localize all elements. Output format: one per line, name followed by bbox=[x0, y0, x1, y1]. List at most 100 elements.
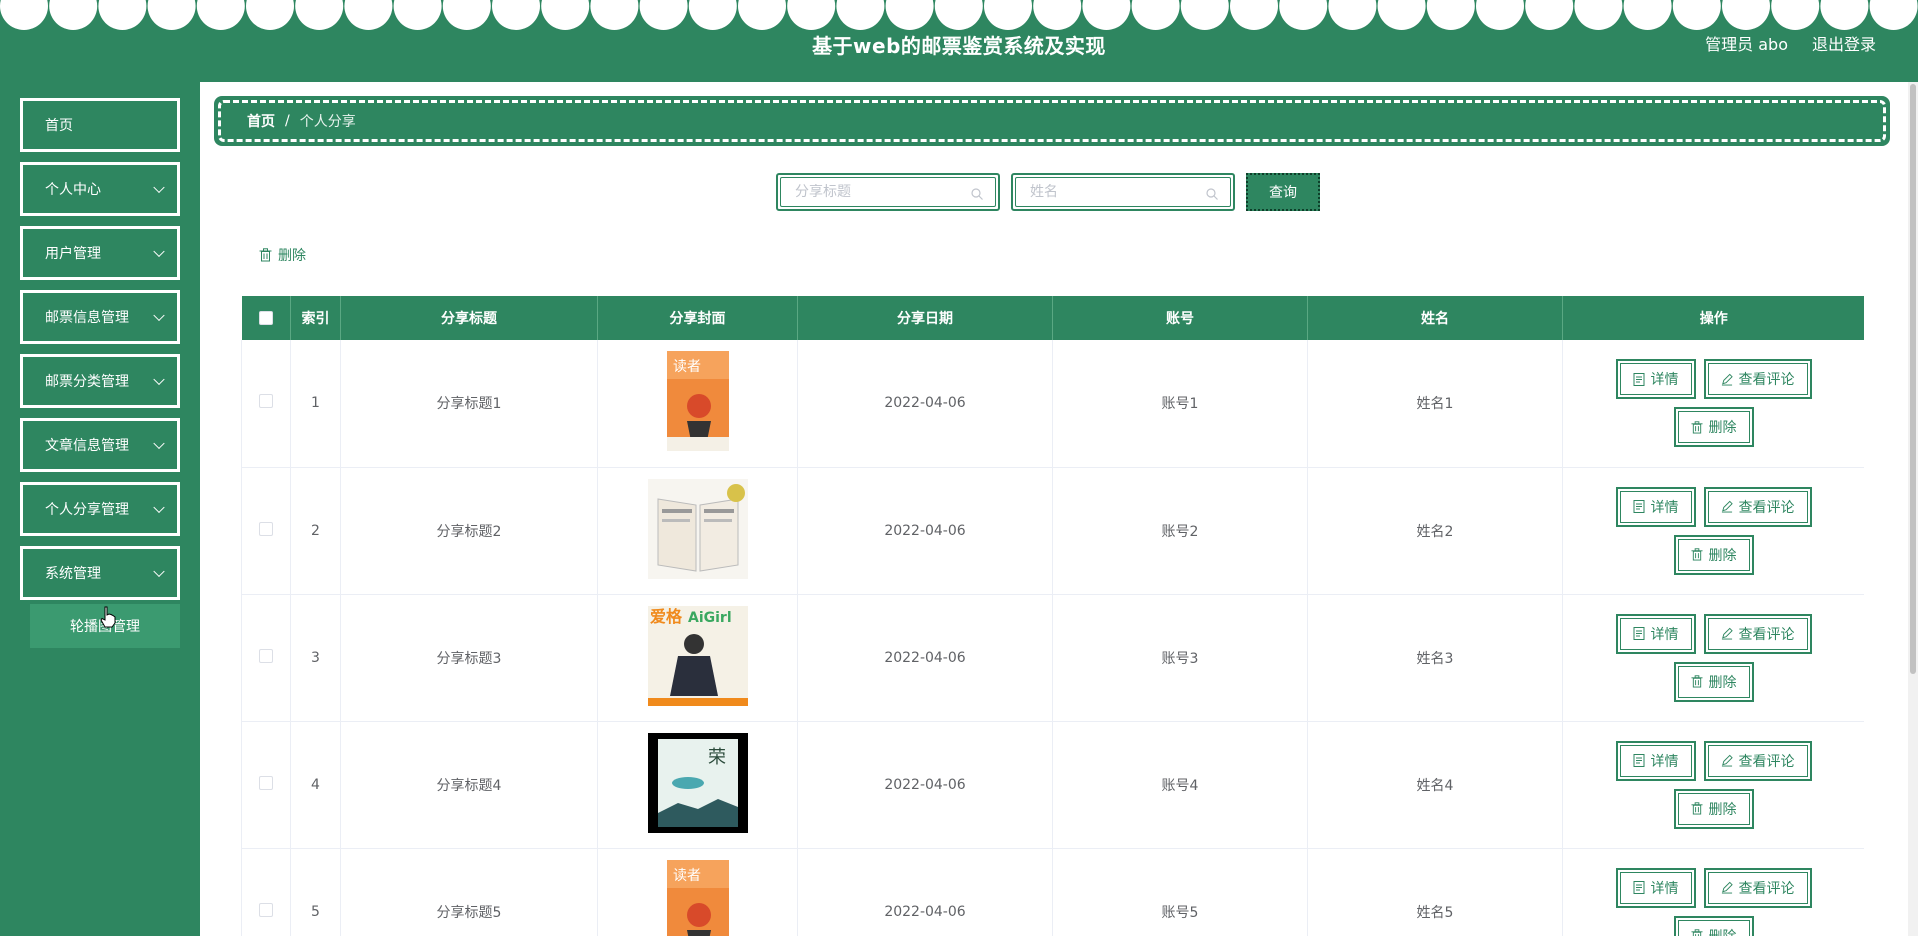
chevron-down-icon bbox=[153, 437, 165, 450]
sidebar-item-personal-center[interactable]: 个人中心 bbox=[20, 162, 180, 216]
document-icon bbox=[1633, 500, 1644, 513]
name-search-input[interactable] bbox=[1030, 184, 1190, 200]
cell-name: 姓名4 bbox=[1307, 721, 1563, 849]
detail-button[interactable]: 详情 bbox=[1615, 486, 1696, 527]
detail-button-inner: 详情 bbox=[1619, 744, 1692, 777]
table-row: 3 分享标题3 爱格 AiGirl 2022-04-06 账号3 姓名3 详情 查看评论 删除 bbox=[241, 594, 1864, 722]
row-checkbox[interactable] bbox=[259, 521, 273, 536]
view-comments-button-label: 查看评论 bbox=[1738, 372, 1795, 389]
edit-icon bbox=[1721, 754, 1733, 767]
sidebar-item-label: 文章信息管理 bbox=[45, 438, 129, 454]
trash-icon bbox=[1690, 675, 1703, 688]
sidebar-item-article-management[interactable]: 文章信息管理 bbox=[20, 418, 180, 472]
sidebar-item-stamp-info-management[interactable]: 邮票信息管理 bbox=[20, 290, 180, 344]
detail-button-label: 详情 bbox=[1650, 499, 1679, 516]
sidebar-item-label: 邮票信息管理 bbox=[45, 310, 129, 326]
share-title-search-inner bbox=[780, 177, 996, 207]
cell-date: 2022-04-06 bbox=[797, 340, 1053, 468]
view-comments-button-inner: 查看评论 bbox=[1707, 871, 1808, 904]
select-all-checkbox[interactable] bbox=[258, 311, 273, 325]
sidebar-item-system-management[interactable]: 系统管理 bbox=[20, 546, 180, 600]
svg-text:读者: 读者 bbox=[673, 358, 701, 375]
row-delete-button[interactable]: 删除 bbox=[1673, 788, 1754, 829]
detail-button[interactable]: 详情 bbox=[1615, 359, 1696, 400]
document-icon bbox=[1633, 627, 1644, 640]
edit-icon bbox=[1721, 373, 1733, 386]
share-title-search-input[interactable] bbox=[795, 184, 955, 200]
detail-button-label: 详情 bbox=[1650, 626, 1679, 643]
cell-date: 2022-04-06 bbox=[797, 594, 1053, 722]
cover-image: 爱格 AiGirl bbox=[647, 605, 748, 706]
breadcrumb-separator: / bbox=[285, 113, 290, 129]
sidebar-item-share-management[interactable]: 个人分享管理 bbox=[20, 482, 180, 536]
table-row: 4 分享标题4 荣 2022-04-06 账号4 姓名4 详情 查看评论 删除 bbox=[241, 721, 1864, 849]
detail-button[interactable]: 详情 bbox=[1615, 740, 1696, 781]
page-scrollbar[interactable] bbox=[1908, 82, 1918, 936]
detail-button-inner: 详情 bbox=[1619, 363, 1692, 396]
row-delete-button[interactable]: 删除 bbox=[1673, 915, 1754, 936]
sidebar-item-home[interactable]: 首页 bbox=[20, 98, 180, 152]
cell-title: 分享标题4 bbox=[340, 721, 598, 849]
view-comments-button-label: 查看评论 bbox=[1738, 753, 1795, 770]
row-checkbox[interactable] bbox=[259, 648, 273, 663]
row-actions: 详情 查看评论删除 bbox=[1604, 867, 1824, 936]
row-select-cell bbox=[241, 848, 291, 936]
search-icon bbox=[971, 188, 983, 200]
view-comments-button[interactable]: 查看评论 bbox=[1703, 359, 1812, 400]
trash-icon bbox=[1690, 421, 1703, 434]
query-button-label: 查询 bbox=[1269, 185, 1297, 201]
breadcrumb-home-link[interactable]: 首页 bbox=[247, 111, 275, 131]
cell-actions: 详情 查看评论删除 bbox=[1562, 848, 1864, 936]
row-checkbox[interactable] bbox=[259, 775, 273, 790]
detail-button[interactable]: 详情 bbox=[1615, 613, 1696, 654]
cell-title: 分享标题1 bbox=[340, 340, 598, 468]
cell-actions: 详情 查看评论删除 bbox=[1562, 467, 1864, 595]
detail-button[interactable]: 详情 bbox=[1615, 867, 1696, 908]
column-header-date: 分享日期 bbox=[797, 296, 1053, 340]
cell-date: 2022-04-06 bbox=[797, 848, 1053, 936]
sidebar-item-label: 系统管理 bbox=[45, 566, 101, 582]
breadcrumb-current: 个人分享 bbox=[299, 114, 356, 130]
view-comments-button[interactable]: 查看评论 bbox=[1703, 740, 1812, 781]
view-comments-button[interactable]: 查看评论 bbox=[1703, 613, 1812, 654]
detail-button-inner: 详情 bbox=[1619, 871, 1692, 904]
table-header-row: 索引 分享标题 分享封面 分享日期 账号 姓名 操作 bbox=[241, 296, 1864, 340]
query-button[interactable]: 查询 bbox=[1246, 173, 1320, 211]
cell-index: 3 bbox=[290, 594, 341, 722]
chevron-down-icon bbox=[153, 181, 165, 194]
share-table: 索引 分享标题 分享封面 分享日期 账号 姓名 操作 1 分享标题1 读者 2022-… bbox=[241, 296, 1864, 936]
view-comments-button[interactable]: 查看评论 bbox=[1703, 486, 1812, 527]
batch-delete-button[interactable]: 删除 bbox=[259, 243, 306, 267]
header-user-area: 管理员 abo 退出登录 bbox=[1705, 31, 1876, 55]
cell-title: 分享标题2 bbox=[340, 467, 598, 595]
logout-link[interactable]: 退出登录 bbox=[1812, 31, 1876, 55]
column-header-actions: 操作 bbox=[1562, 296, 1864, 340]
cell-actions: 详情 查看评论删除 bbox=[1562, 340, 1864, 468]
name-search-inner bbox=[1015, 177, 1231, 207]
svg-text:读者: 读者 bbox=[673, 867, 701, 884]
view-comments-button[interactable]: 查看评论 bbox=[1703, 867, 1812, 908]
row-delete-button[interactable]: 删除 bbox=[1673, 407, 1754, 448]
row-delete-button-inner: 删除 bbox=[1677, 919, 1750, 936]
select-all-header bbox=[241, 296, 291, 340]
chevron-down-icon bbox=[153, 309, 165, 322]
row-checkbox[interactable] bbox=[259, 394, 273, 409]
edit-icon bbox=[1721, 881, 1733, 894]
scrollbar-thumb[interactable] bbox=[1910, 84, 1916, 674]
row-actions: 详情 查看评论删除 bbox=[1604, 613, 1824, 702]
row-delete-button[interactable]: 删除 bbox=[1673, 661, 1754, 702]
column-header-account: 账号 bbox=[1052, 296, 1308, 340]
row-delete-button-inner: 删除 bbox=[1677, 411, 1750, 444]
row-delete-button-label: 删除 bbox=[1708, 801, 1737, 818]
row-select-cell bbox=[241, 594, 291, 722]
row-delete-button[interactable]: 删除 bbox=[1673, 534, 1754, 575]
edit-icon bbox=[1721, 627, 1733, 640]
sidebar-item-stamp-category-management[interactable]: 邮票分类管理 bbox=[20, 354, 180, 408]
view-comments-button-label: 查看评论 bbox=[1738, 880, 1795, 897]
cell-date: 2022-04-06 bbox=[797, 721, 1053, 849]
cell-name: 姓名5 bbox=[1307, 848, 1563, 936]
row-checkbox[interactable] bbox=[259, 902, 273, 917]
row-select-cell bbox=[241, 721, 291, 849]
sidebar-item-user-management[interactable]: 用户管理 bbox=[20, 226, 180, 280]
row-delete-button-inner: 删除 bbox=[1677, 665, 1750, 698]
